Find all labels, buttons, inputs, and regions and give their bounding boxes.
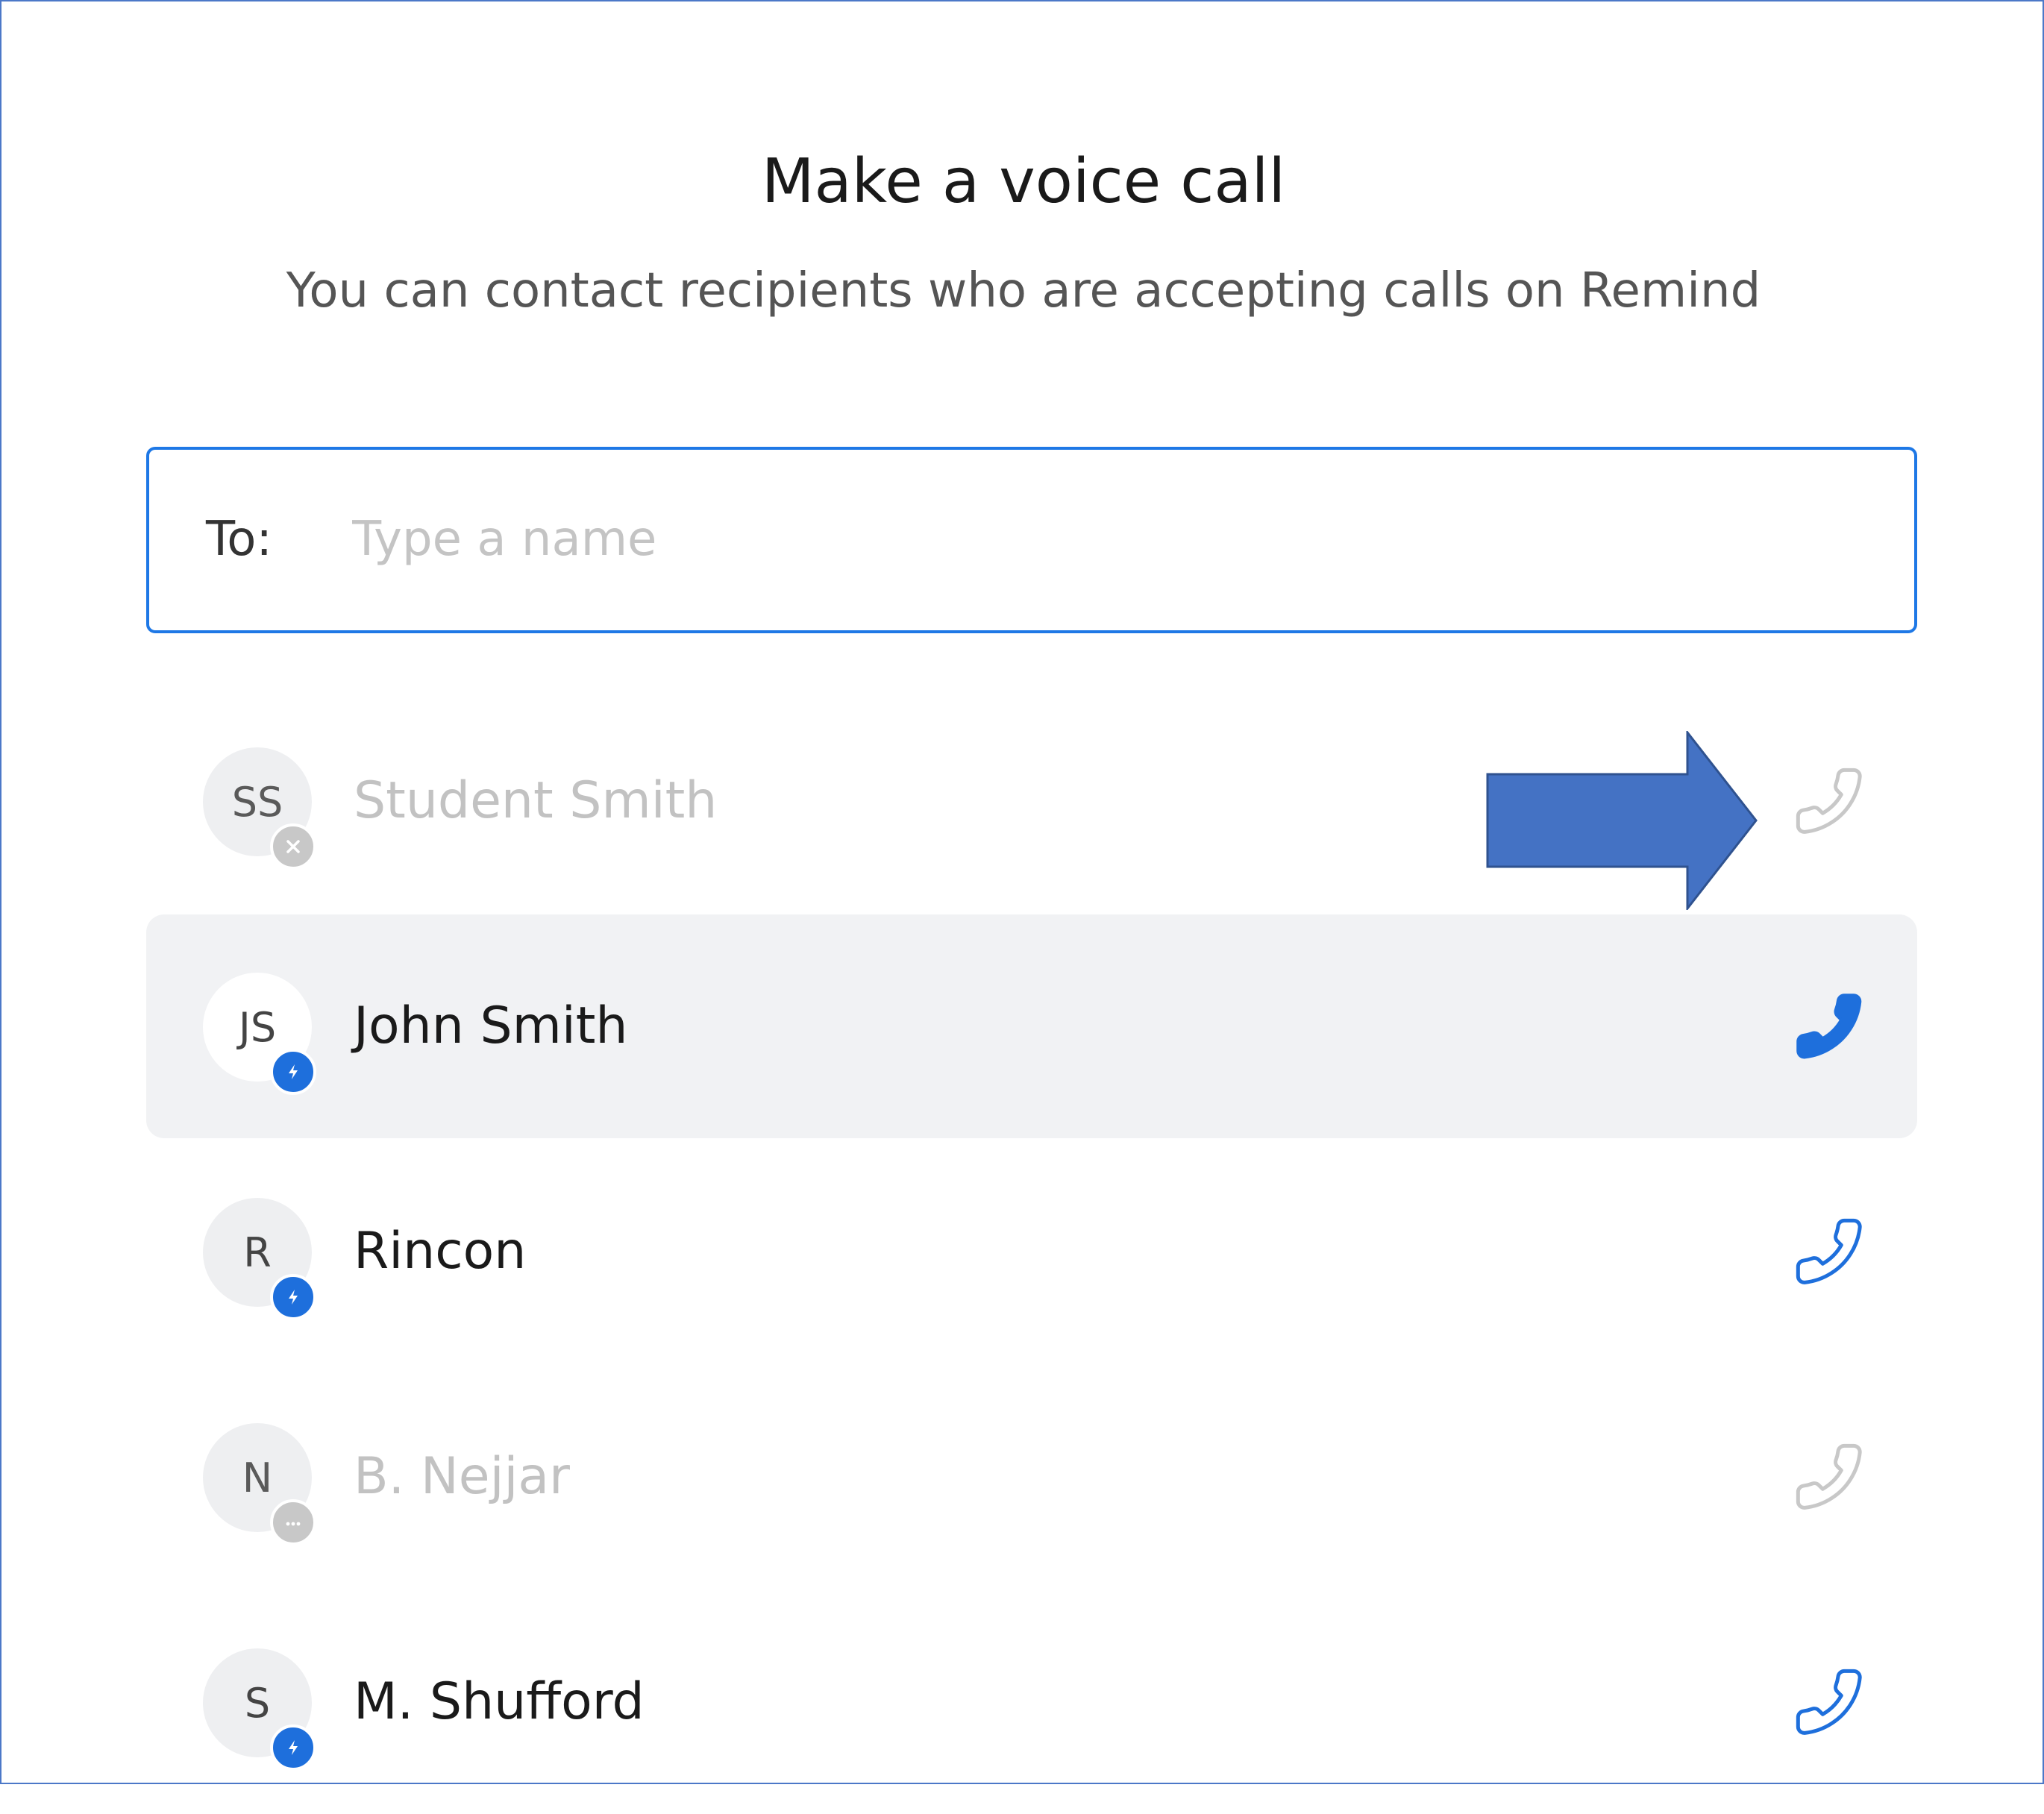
recipient-name: M. Shufford [354, 1672, 645, 1731]
recipient-row-m-shufford[interactable]: S M. Shufford [146, 1590, 1917, 1814]
to-label: To: [206, 512, 272, 567]
dialog-subtitle: You can contact recipients who are accep… [286, 263, 1761, 318]
status-badge [270, 1724, 316, 1771]
status-badge [270, 823, 316, 870]
recipient-name: John Smith [354, 997, 628, 1055]
status-badge [270, 1499, 316, 1545]
phone-outline-icon[interactable] [1792, 1214, 1866, 1289]
phone-filled-icon[interactable] [1792, 989, 1866, 1064]
ellipsis-icon [286, 1522, 301, 1526]
recipient-search-input[interactable] [352, 502, 1769, 577]
bolt-icon [289, 1290, 298, 1305]
recipient-name: B. Nejjar [354, 1447, 570, 1506]
recipient-row-john-smith[interactable]: JS John Smith [146, 914, 1917, 1138]
recipient-row-rincon[interactable]: R Rincon [146, 1140, 1917, 1363]
close-icon [286, 840, 300, 853]
status-badge [270, 1274, 316, 1320]
bolt-icon [289, 1740, 298, 1755]
recipient-row-b-nejjar: N B. Nejjar [146, 1365, 1917, 1589]
phone-outline-icon[interactable] [1792, 764, 1866, 838]
recipient-name: Student Smith [354, 771, 718, 830]
status-badge [270, 1049, 316, 1095]
dialog-title: Make a voice call [761, 146, 1286, 217]
phone-outline-icon[interactable] [1792, 1440, 1866, 1514]
phone-outline-icon[interactable] [1792, 1665, 1866, 1739]
bolt-icon [289, 1064, 298, 1079]
to-field[interactable]: To: [146, 447, 1917, 633]
annotation-arrow-icon [1486, 731, 1758, 910]
voice-call-dialog: Make a voice call You can contact recipi… [0, 0, 2044, 1784]
recipient-name: Rincon [354, 1222, 527, 1281]
